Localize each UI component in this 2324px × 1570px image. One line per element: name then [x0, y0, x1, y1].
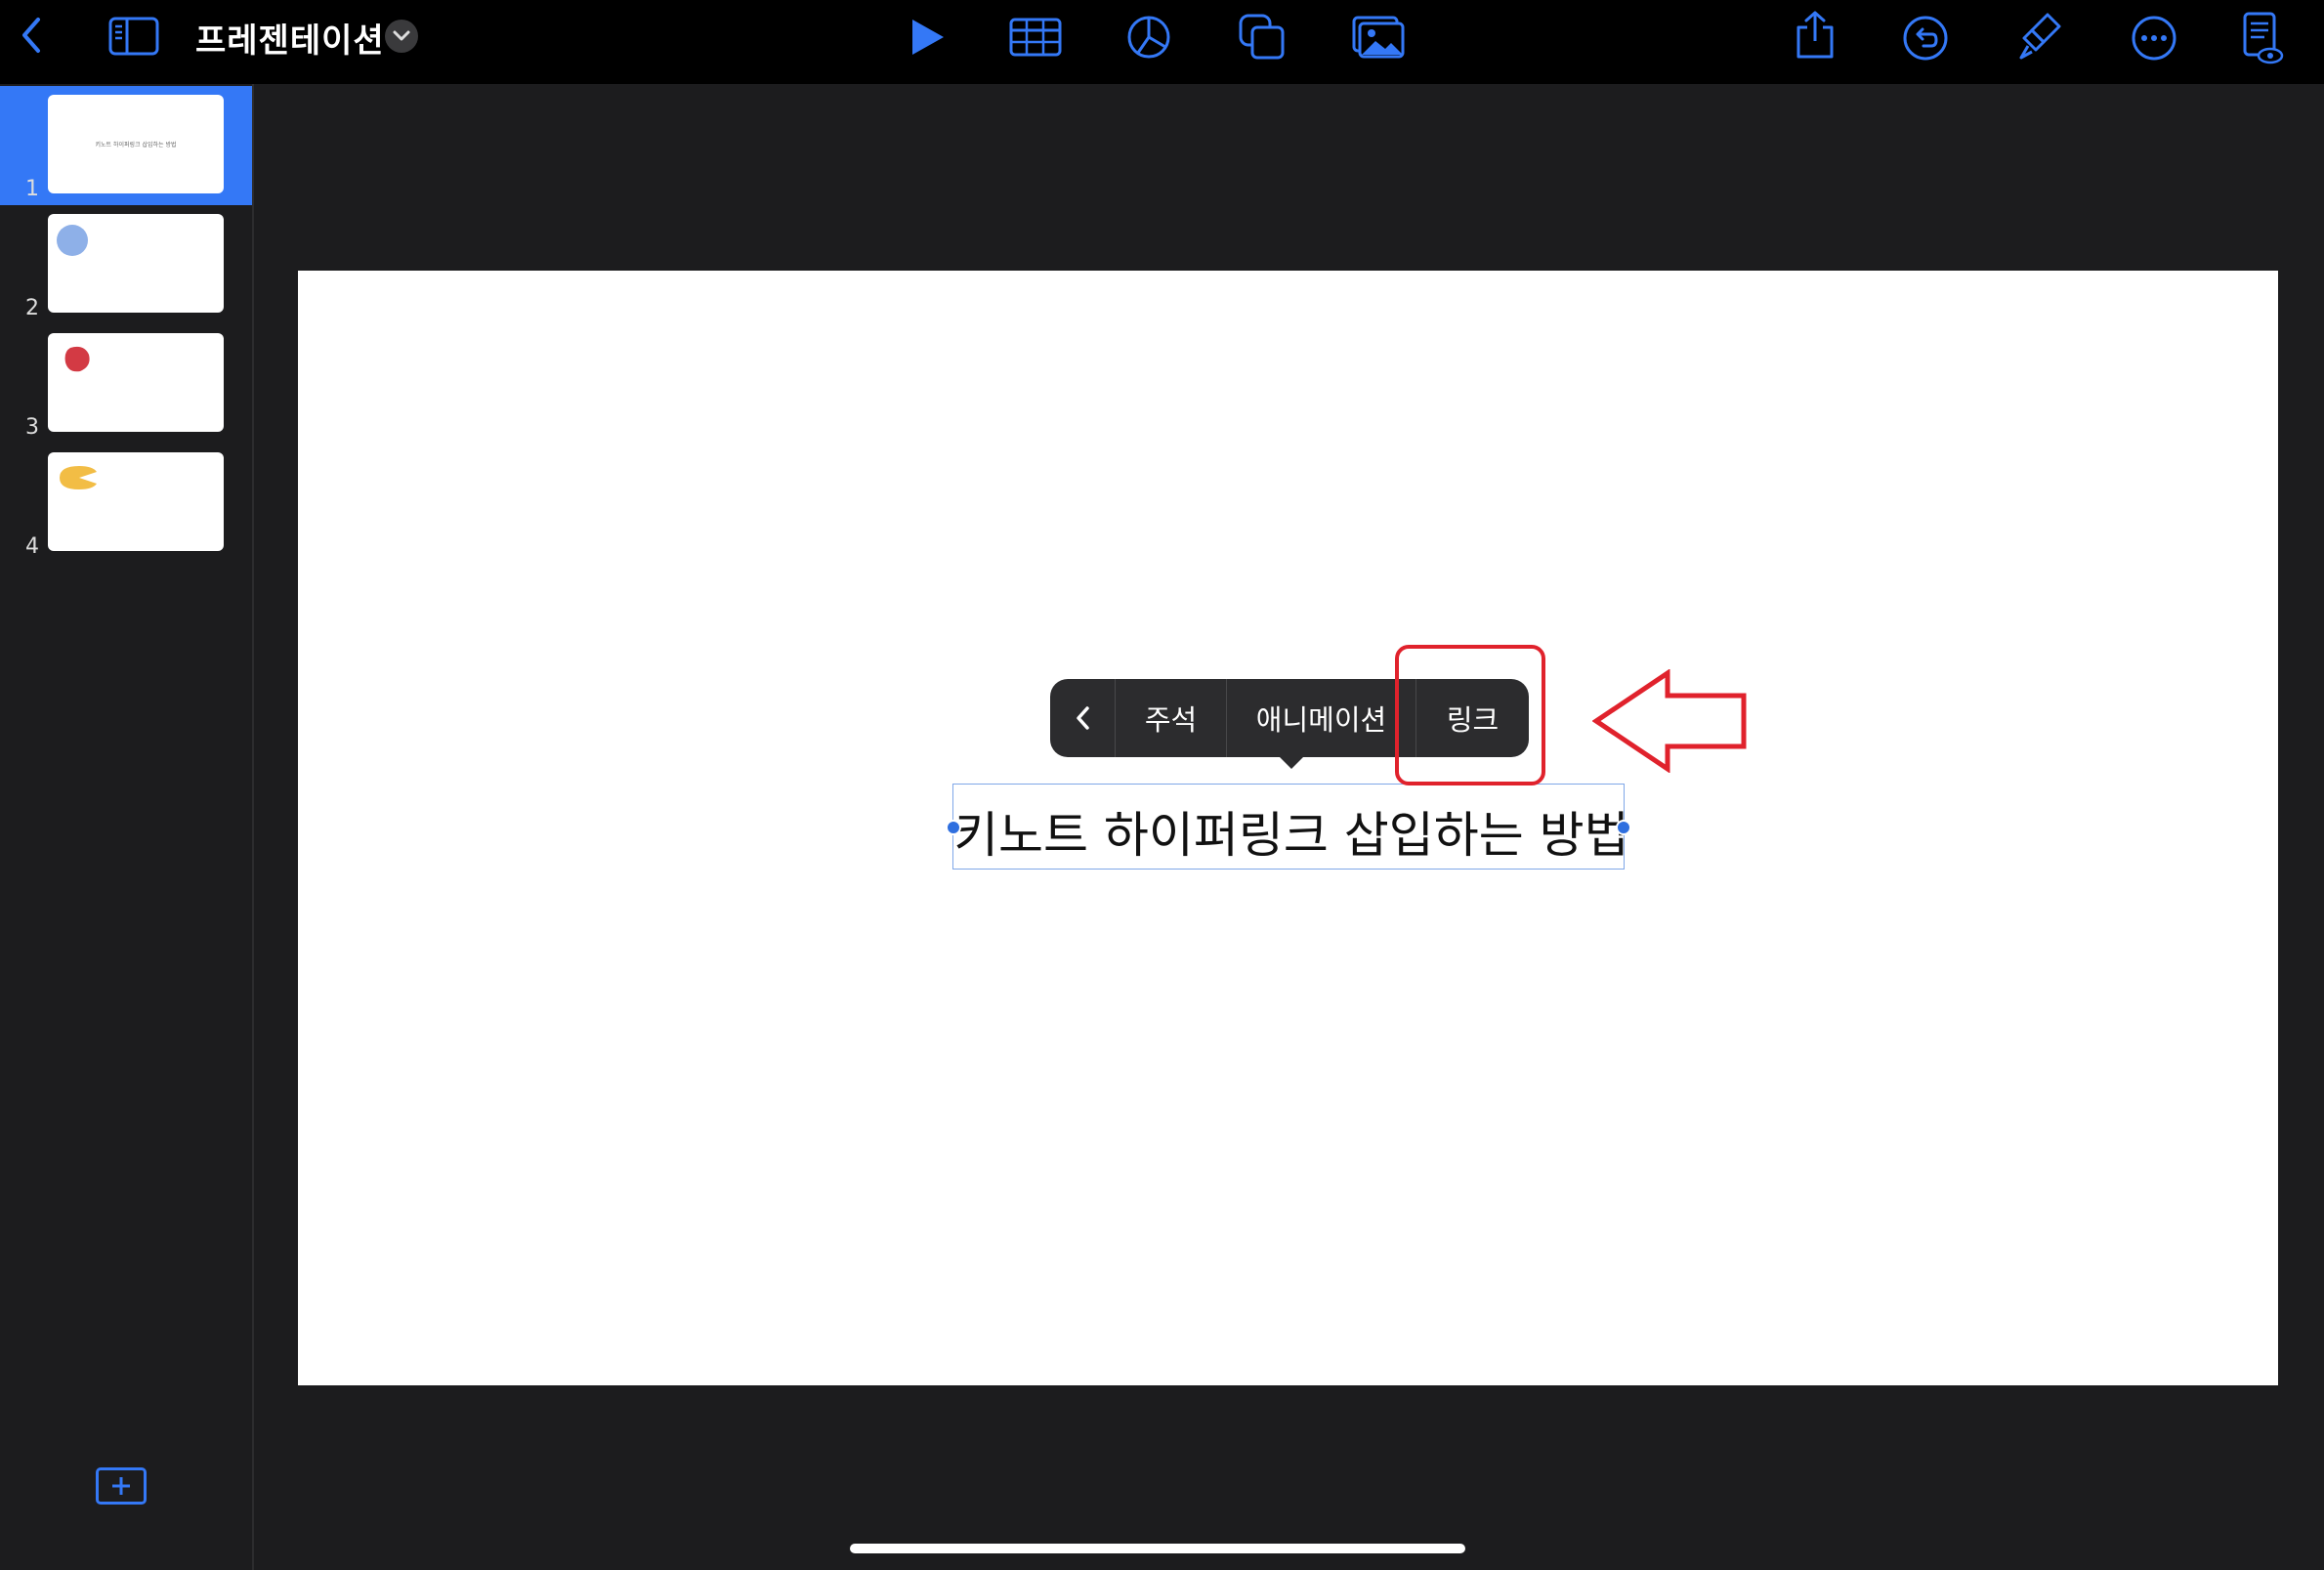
slide-preview: 키노트 하이퍼링크 삽입하는 방법 — [48, 95, 224, 193]
red-blob-shape — [64, 346, 90, 372]
slide-preview — [48, 333, 224, 432]
presenter-notes-icon[interactable] — [2237, 10, 2286, 66]
left-arrow-icon — [1592, 669, 1747, 773]
share-icon[interactable] — [1792, 8, 1838, 63]
yellow-pacman-shape — [60, 466, 97, 489]
media-icon[interactable] — [1351, 14, 1406, 61]
chevron-left-icon — [1077, 706, 1089, 730]
slide-thumbnail-1[interactable]: 키노트 하이퍼링크 삽입하는 방법 1 — [0, 86, 252, 205]
undo-icon[interactable] — [1901, 14, 1950, 63]
chart-icon[interactable] — [1125, 14, 1172, 61]
slide-navigator: 키노트 하이퍼링크 삽입하는 방법 1 2 3 4 — [0, 84, 254, 1570]
home-indicator[interactable] — [850, 1544, 1465, 1553]
slide-title-text[interactable]: 키노트 하이퍼링크 삽입하는 방법 — [953, 796, 1629, 867]
slide-number: 1 — [25, 177, 39, 201]
back-icon[interactable] — [12, 14, 51, 57]
title-text-box[interactable]: 키노트 하이퍼링크 삽입하는 방법 — [946, 784, 1631, 870]
document-title[interactable]: 프레젠테이션 — [195, 14, 385, 62]
slide-thumbnail-3[interactable]: 3 — [0, 324, 252, 444]
menu-item-animation[interactable]: 애니메이션 — [1226, 679, 1416, 757]
slide-number: 2 — [25, 296, 39, 320]
play-icon[interactable] — [904, 14, 951, 61]
left-resize-handle[interactable] — [946, 820, 961, 835]
slide-number: 3 — [25, 415, 39, 440]
highlight-box — [1395, 645, 1545, 785]
slide-number: 4 — [25, 534, 39, 559]
slide-preview — [48, 452, 224, 551]
blue-circle-shape — [57, 225, 88, 256]
chevron-down-icon[interactable] — [385, 20, 418, 53]
shapes-icon[interactable] — [1237, 12, 1288, 63]
slide-thumbnail-4[interactable]: 4 — [0, 444, 252, 563]
menu-back-button[interactable] — [1050, 679, 1115, 757]
slide-preview-text: 키노트 하이퍼링크 삽입하는 방법 — [95, 142, 177, 149]
more-icon[interactable] — [2130, 14, 2178, 63]
right-resize-handle[interactable] — [1616, 820, 1631, 835]
menu-item-comment[interactable]: 주석 — [1115, 679, 1226, 757]
sidebar-toggle-icon[interactable] — [107, 16, 160, 57]
slide-thumbnail-2[interactable]: 2 — [0, 205, 252, 324]
context-menu-pointer — [1278, 755, 1305, 769]
format-brush-icon[interactable] — [2016, 10, 2065, 63]
add-slide-icon[interactable] — [96, 1467, 147, 1505]
table-icon[interactable] — [1008, 16, 1063, 59]
toolbar: 프레젠테이션 — [0, 0, 2324, 86]
slide-preview — [48, 214, 224, 313]
